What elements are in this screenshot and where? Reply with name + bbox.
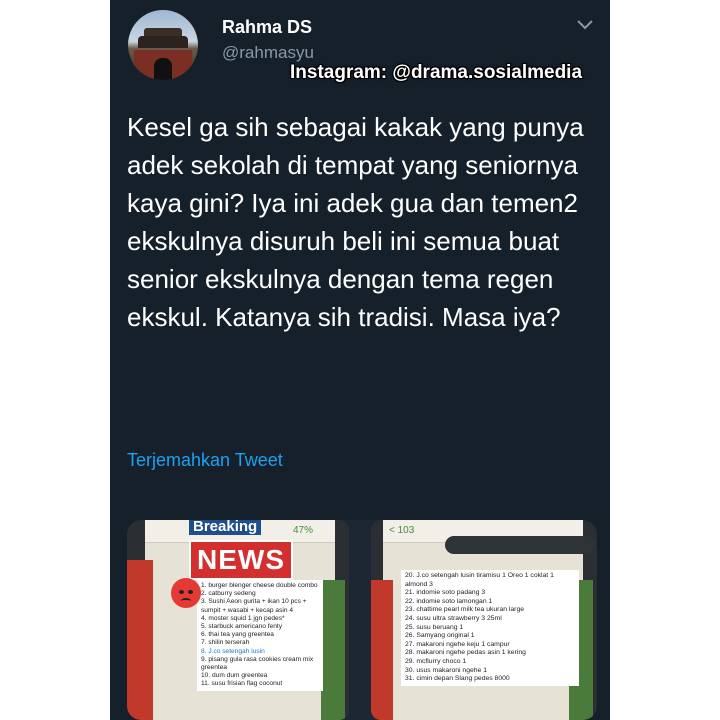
emoji-eye [179, 590, 184, 594]
shopping-list-right: 20. J.co setengah lusin tiramisu 1 Oreo … [401, 570, 579, 686]
back-button[interactable]: < 103 [389, 525, 414, 536]
angry-face-emoji [171, 578, 201, 608]
translate-tweet-link[interactable]: Terjemahkan Tweet [127, 450, 283, 471]
emoji-mouth [181, 598, 191, 604]
shopping-list-left: 1. burger blenger cheese double combo 2.… [197, 580, 323, 691]
breaking-label: Breaking [189, 520, 262, 535]
phone-screen-right: < 103 ✿ 20. J.co setengah lusin tiramisu… [371, 520, 595, 720]
list-item: 24. susu ultra strawberry 3 25ml [405, 614, 502, 622]
list-item: 25. susu beruang 1 [405, 623, 464, 631]
list-item: 31. cimin depan Slang pedes 8000 [405, 675, 510, 683]
list-item: 21. indomie soto padang 3 [405, 589, 486, 597]
list-item: 27. makaroni ngehe keju 1 campur [405, 640, 510, 648]
red-wall-decoration [371, 580, 393, 720]
censored-name-bar [445, 536, 595, 554]
author-name[interactable]: Rahma DS [222, 17, 312, 38]
chevron-down-icon[interactable] [576, 18, 594, 32]
list-item: 3. Sushi Aeon gurita + ikan 10 pcs + sum… [201, 598, 307, 614]
battery-status: 47% [292, 525, 313, 536]
tweet-text: Kesel ga sih sebagai kakak yang punya ad… [127, 112, 584, 332]
list-item: 10. dum dum greentea [201, 672, 268, 680]
list-item: 22. indomie soto lamongan 1 [405, 597, 493, 605]
red-wall-decoration [127, 560, 153, 720]
list-item: 4. moster squid 1 jgn pedes* [201, 614, 285, 622]
list-item: 26. Samyang original 1 [405, 632, 475, 640]
list-item: 8. J.co setengah lusin [201, 647, 265, 655]
avatar-palace-roof [138, 36, 188, 48]
list-item: 6. thai tea yang greentea [201, 631, 274, 639]
list-item: 28. makaroni ngehe pedas asin 1 kering [405, 649, 526, 657]
list-item: 9. pisang gula rasa cookies cream mix gr… [201, 655, 314, 672]
tweet-card: Rahma DS @rahmasyu Instagram: @drama.sos… [110, 0, 610, 720]
media-photo-left[interactable]: 47% ✿ ❀ 1. burger blenger cheese double … [127, 520, 349, 720]
tweet-media[interactable]: 47% ✿ ❀ 1. burger blenger cheese double … [127, 520, 597, 720]
avatar-person [154, 58, 172, 80]
avatar[interactable] [128, 10, 198, 80]
list-item: 29. mcflurry choco 1 [405, 657, 467, 665]
list-item: 30. usus makaroni ngehe 1 [405, 666, 487, 674]
list-item: 7. shilin terserah [201, 639, 250, 647]
list-item: 23. chattime pearl milk tea ukuran large [405, 606, 525, 614]
list-item: 5. starbuck americano fenty [201, 623, 282, 631]
list-item: 2. catburry sedeng [201, 590, 256, 598]
emoji-eye [188, 590, 193, 594]
author-handle[interactable]: @rahmasyu [222, 43, 314, 63]
list-item: 20. J.co setengah lusin tiramisu 1 Oreo … [405, 572, 554, 588]
list-item: 1. burger blenger cheese double combo [201, 582, 318, 589]
watermark: Instagram: @drama.sosialmedia [290, 62, 583, 83]
media-photo-right[interactable]: < 103 ✿ 20. J.co setengah lusin tiramisu… [371, 520, 597, 720]
green-wall-decoration [321, 580, 345, 720]
news-label: NEWS [189, 540, 293, 580]
list-item: 11. susu frisian flag coconut [201, 680, 283, 688]
